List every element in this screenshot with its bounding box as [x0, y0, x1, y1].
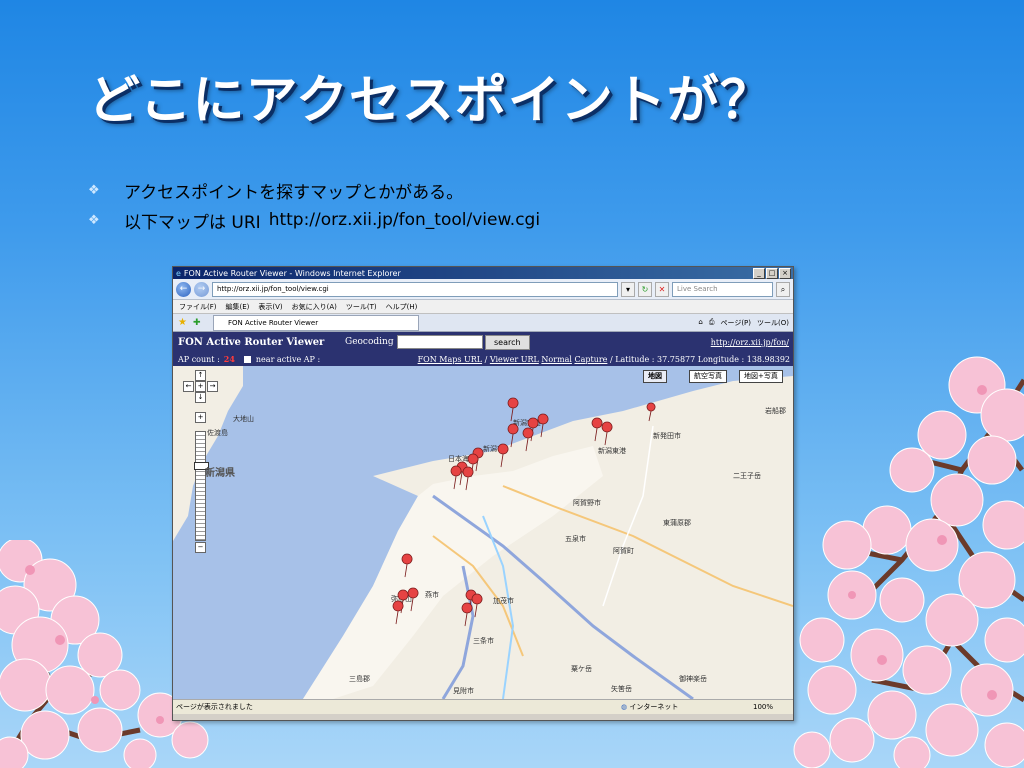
bullet-link[interactable]: http://orz.xii.jp/fon_tool/view.cgi [269, 210, 540, 230]
menu-bar: ファイル(F) 編集(E) 表示(V) お気に入り(A) ツール(T) ヘルプ(… [173, 300, 793, 314]
ap-pin-icon [401, 553, 413, 578]
bullet-item: ❖ 以下マップは URI http://orz.xii.jp/fon_tool/… [88, 205, 540, 235]
fon-title: FON Active Router Viewer [178, 336, 325, 348]
ap-pin-icon [462, 466, 474, 491]
bullet-diamond-icon: ❖ [88, 212, 100, 228]
ap-pin-icon [601, 421, 613, 446]
capture-link[interactable]: Capture [574, 355, 607, 364]
stop-icon[interactable]: ✕ [655, 281, 669, 297]
favorites-star-icon[interactable]: ★ [178, 317, 187, 328]
window-titlebar: e FON Active Router Viewer - Windows Int… [173, 267, 793, 279]
back-button[interactable]: ← [176, 281, 191, 297]
status-bar: ページが表示されました ◍ インターネット 100% [173, 699, 793, 714]
ap-pin-icon [450, 465, 462, 490]
maximize-button[interactable]: □ [766, 268, 778, 279]
near-active-checkbox[interactable] [243, 355, 251, 363]
longitude-readout: Longitude : 138.98392 [697, 354, 790, 364]
ie-logo-icon: e [176, 268, 181, 278]
cherry-blossom-right-decoration [793, 356, 1024, 768]
site-url-link[interactable]: http://orz.xii.jp/fon/ [711, 338, 789, 347]
menu-edit[interactable]: 編集(E) [226, 302, 250, 312]
globe-icon: ◍ [621, 703, 628, 711]
geocoding-label: Geocoding : [345, 337, 400, 347]
ap-pin-icon [407, 587, 419, 612]
command-bar: ⌂ ⎙ ページ(P) ツール(O) [698, 318, 789, 328]
fon-maps-url-link[interactable]: FON Maps URL [418, 355, 482, 364]
add-favorite-icon[interactable]: ✚ [193, 318, 201, 328]
ap-pin-icon [497, 443, 509, 468]
menu-tools[interactable]: ツール(T) [346, 302, 377, 312]
menu-favorites[interactable]: お気に入り(A) [292, 302, 337, 312]
tools-menu[interactable]: ツール(O) [757, 318, 789, 328]
search-button[interactable]: search [485, 334, 530, 350]
tab-row: ★ ✚ FON Active Router Viewer ⌂ ⎙ ページ(P) … [173, 314, 793, 332]
bullet-text: 以下マップは URI [124, 212, 261, 233]
search-input[interactable]: Live Search [672, 281, 773, 297]
ap-count-label: AP count : [178, 354, 220, 364]
bullet-text: アクセスポイントを探すマップとかがある。 [124, 182, 464, 203]
fon-header: FON Active Router Viewer Geocoding : sea… [173, 332, 793, 366]
minimize-button[interactable]: _ [753, 268, 765, 279]
latitude-readout: Latitude : 37.75877 [615, 354, 696, 364]
ap-pin-icon [537, 413, 549, 438]
browser-window: e FON Active Router Viewer - Windows Int… [172, 266, 794, 721]
ap-count-value: 24 [223, 354, 235, 364]
tab-fon-viewer[interactable]: FON Active Router Viewer [213, 314, 419, 331]
ap-pin-icon [507, 423, 519, 448]
menu-file[interactable]: ファイル(F) [179, 302, 217, 312]
menu-help[interactable]: ヘルプ(H) [386, 302, 418, 312]
bullet-diamond-icon: ❖ [88, 182, 100, 198]
ap-pin-icon [461, 602, 473, 627]
ap-pin-icon [507, 397, 519, 422]
internet-zone: ◍ インターネット [621, 702, 678, 712]
geocoding-input[interactable] [397, 335, 483, 349]
slide-title: どこにアクセスポイントが？ [88, 71, 773, 131]
ap-pin-icon [392, 600, 404, 625]
window-title: FON Active Router Viewer - Windows Inter… [183, 268, 401, 278]
ap-pin-icon [646, 402, 656, 422]
ap-pin-icon [591, 417, 603, 442]
address-toolbar: ← → http://orz.xii.jp/fon_tool/view.cgi … [173, 279, 793, 300]
home-icon[interactable]: ⌂ [698, 318, 702, 328]
bullet-item: ❖ アクセスポイントを探すマップとかがある。 [88, 175, 540, 205]
zoom-level[interactable]: 100% [753, 703, 773, 711]
normal-link[interactable]: Normal [541, 355, 572, 364]
address-dropdown-button[interactable]: ▾ [621, 281, 635, 297]
address-input[interactable]: http://orz.xii.jp/fon_tool/view.cgi [212, 281, 618, 297]
status-text: ページが表示されました [176, 703, 253, 711]
refresh-icon[interactable]: ↻ [638, 281, 652, 297]
page-menu[interactable]: ページ(P) [720, 318, 751, 328]
near-active-label: near active AP : [255, 354, 321, 364]
zone-label: インターネット [629, 703, 679, 711]
menu-view[interactable]: 表示(V) [258, 302, 282, 312]
map-area[interactable]: 地図 航空写真 地図+写真 ↑ ← + → ↓ + − 大地山 佐渡島 新潟県 … [173, 366, 793, 699]
bullet-list: ❖ アクセスポイントを探すマップとかがある。 ❖ 以下マップは URI http… [88, 175, 540, 235]
print-icon[interactable]: ⎙ [709, 318, 715, 328]
search-icon[interactable]: ⌕ [776, 281, 790, 297]
fon-links: FON Maps URL / Viewer URL Normal Capture… [417, 354, 790, 364]
map-pins [392, 397, 656, 627]
viewer-url-link[interactable]: Viewer URL [490, 355, 539, 364]
forward-button[interactable]: → [194, 281, 209, 297]
close-button[interactable]: × [779, 268, 791, 279]
ap-pin-icon [471, 593, 483, 618]
